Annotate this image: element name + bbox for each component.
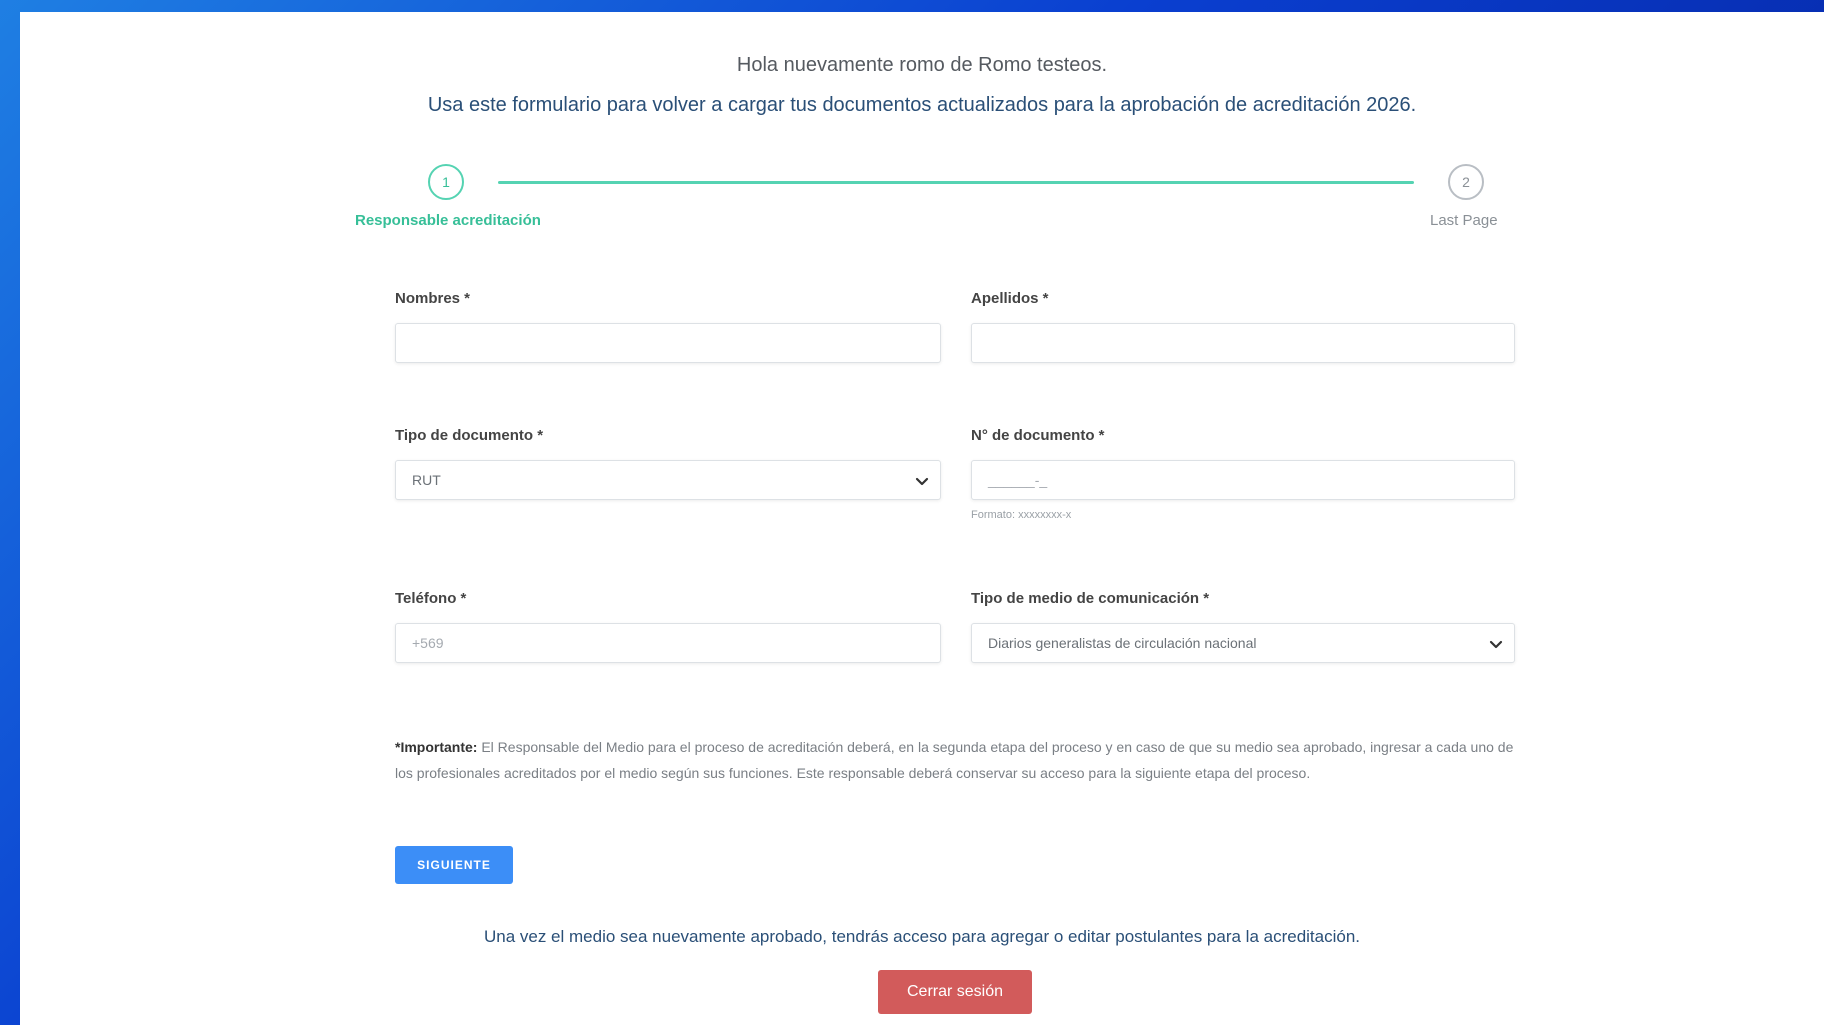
step-2-indicator[interactable]: 2	[1448, 164, 1484, 200]
form-window: Hola nuevamente romo de Romo testeos. Us…	[20, 12, 1824, 1025]
telefono-label: Teléfono *	[395, 590, 467, 607]
chevron-down-icon	[1489, 640, 1503, 649]
apellidos-input[interactable]	[971, 323, 1515, 363]
chevron-down-icon	[915, 477, 929, 486]
numero-documento-hint: Formato: xxxxxxxx-x	[971, 509, 1072, 521]
greeting-text: Hola nuevamente romo de Romo testeos.	[736, 54, 1108, 76]
cerrar-sesion-button[interactable]: Cerrar sesión	[878, 970, 1032, 1014]
nombres-input[interactable]	[395, 323, 941, 363]
tipo-medio-select[interactable]: Diarios generalistas de circulación naci…	[971, 623, 1515, 663]
important-text: El Responsable del Medio para el proceso…	[395, 739, 1514, 781]
telefono-input[interactable]: +569	[395, 623, 941, 663]
tipo-documento-select[interactable]: RUT	[395, 460, 941, 500]
step-1-label: Responsable acreditación	[355, 212, 541, 229]
accreditation-form-page: Hola nuevamente romo de Romo testeos. Us…	[20, 12, 1824, 1025]
tipo-documento-label: Tipo de documento *	[395, 427, 544, 444]
progress-stepper: 1 2 Responsable acreditación Last Page	[20, 162, 1824, 242]
intro-text: Usa este formulario para volver a cargar…	[427, 94, 1417, 116]
important-notice: *Importante: El Responsable del Medio pa…	[395, 734, 1535, 786]
tipo-medio-selected: Diarios generalistas de circulación naci…	[988, 635, 1257, 651]
telefono-placeholder: +569	[412, 635, 444, 651]
stepper-progress-line	[498, 181, 1414, 184]
nombres-label: Nombres *	[395, 290, 471, 307]
apellidos-label: Apellidos *	[971, 290, 1049, 307]
step-1-indicator[interactable]: 1	[428, 164, 464, 200]
important-prefix: *Importante:	[395, 739, 478, 755]
tipo-medio-label: Tipo de medio de comunicación *	[971, 590, 1210, 607]
approval-note: Una vez el medio sea nuevamente aprobado…	[483, 927, 1361, 946]
siguiente-button[interactable]: SIGUIENTE	[395, 846, 513, 884]
numero-documento-placeholder: ______-_	[988, 472, 1048, 488]
numero-documento-label: N° de documento *	[971, 427, 1105, 444]
numero-documento-input[interactable]: ______-_	[971, 460, 1515, 500]
step-2-label: Last Page	[1430, 212, 1498, 229]
tipo-documento-selected: RUT	[412, 472, 441, 488]
